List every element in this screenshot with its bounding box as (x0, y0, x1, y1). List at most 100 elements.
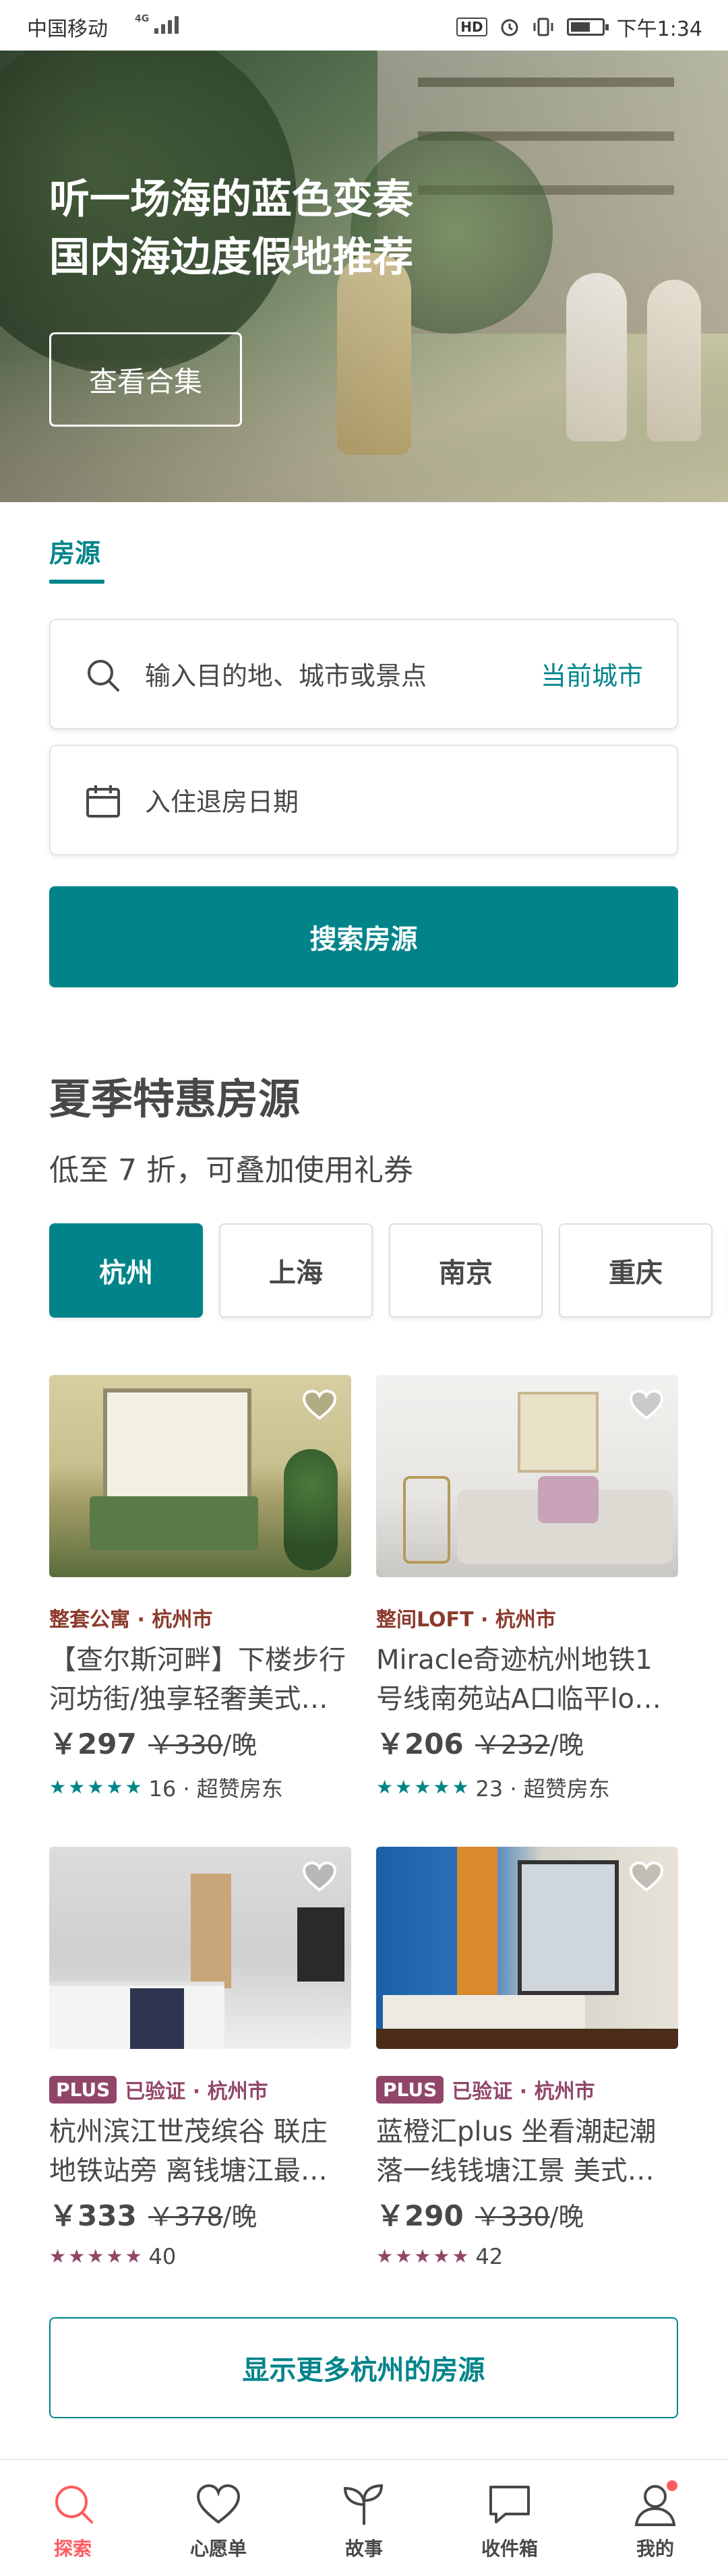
price-original: ￥330 (475, 2202, 550, 2232)
nav-label: 探索 (53, 2538, 92, 2560)
listing-card[interactable]: 整套公寓 · 杭州市 【查尔斯河畔】下楼步行河坊街/独享轻奢美式… ￥297 ￥… (49, 1375, 351, 1803)
heart-icon[interactable] (303, 1390, 336, 1421)
listing-card[interactable]: PLUS 已验证 · 杭州市 蓝橙汇plus 坐看潮起潮落一线钱塘江景 美式… ￥… (376, 1847, 678, 2269)
battery-icon (566, 18, 609, 36)
hero-title-line1: 听一场海的蓝色变奏 (49, 176, 413, 223)
review-count: 23 · 超赞房东 (475, 1776, 610, 1802)
listing-type: 已验证 · 杭州市 (125, 2080, 268, 2104)
star-icon: ★ (87, 2245, 104, 2267)
nav-wishlist[interactable]: 心愿单 (146, 2460, 291, 2576)
star-icon: ★ (49, 1776, 67, 1798)
price-current: ￥297 (49, 1727, 137, 1760)
nav-stories[interactable]: 故事 (291, 2460, 437, 2576)
price-current: ￥206 (376, 1727, 464, 1760)
signal-icon: 4G (135, 13, 179, 34)
nav-label: 故事 (344, 2538, 383, 2560)
price-original: ￥232 (475, 1730, 550, 1760)
listing-card[interactable]: 整间LOFT · 杭州市 Miracle奇迹杭州地铁1号线南苑站A口临平lo… … (376, 1375, 678, 1803)
listing-card[interactable]: PLUS 已验证 · 杭州市 杭州滨江世茂缤谷 联庄地铁站旁 离钱塘江最… ￥33… (49, 1847, 351, 2269)
listing-meta: PLUS 已验证 · 杭州市 (49, 2075, 351, 2104)
listing-rating: ★ ★ ★ ★ ★ 40 (49, 2244, 351, 2269)
view-collection-button[interactable]: 查看合集 (49, 332, 242, 427)
listing-rating: ★ ★ ★ ★ ★ 23 · 超赞房东 (376, 1772, 678, 1803)
hero-banner[interactable]: 听一场海的蓝色变奏 国内海边度假地推荐 查看合集 (0, 51, 728, 502)
listing-title: 蓝橙汇plus 坐看潮起潮落一线钱塘江景 美式… (376, 2116, 657, 2186)
destination-search-field[interactable]: 输入目的地、城市或景点 当前城市 (49, 619, 678, 729)
search-placeholder: 输入目的地、城市或景点 (145, 661, 427, 691)
search-button[interactable]: 搜索房源 (49, 886, 678, 987)
listing-title: 杭州滨江世茂缤谷 联庄地铁站旁 离钱塘江最… (49, 2116, 328, 2186)
city-tab-shanghai[interactable]: 上海 (219, 1223, 373, 1318)
listing-price: ￥333 ￥378/晚 (49, 2193, 351, 2234)
star-icon: ★ (376, 1776, 394, 1798)
city-tab-chongqing[interactable]: 重庆 (559, 1223, 712, 1318)
city-tab-hangzhou[interactable]: 杭州 (49, 1223, 203, 1318)
alarm-icon (501, 19, 518, 36)
listing-title: 【查尔斯河畔】下楼步行河坊街/独享轻奢美式… (49, 1645, 346, 1715)
listing-rating: ★ ★ ★ ★ ★ 16 · 超赞房东 (49, 1772, 351, 1803)
carrier-name: 中国移动 (27, 18, 108, 41)
star-icon: ★ (376, 2245, 394, 2267)
listing-photo[interactable] (376, 1847, 678, 2049)
price-unit: /晚 (222, 2202, 257, 2232)
listing-photo[interactable] (49, 1375, 351, 1577)
search-icon (88, 660, 119, 692)
heart-icon[interactable] (630, 1862, 663, 1893)
star-icon: ★ (87, 1776, 104, 1798)
listing-type: 整套公寓 · 杭州市 (49, 1608, 213, 1632)
price-unit: /晚 (222, 1730, 257, 1760)
show-more-listings-button[interactable]: 显示更多杭州的房源 (49, 2317, 678, 2418)
clock: 下午1:34 (616, 18, 702, 41)
listing-title: Miracle奇迹杭州地铁1号线南苑站A口临平lo… (376, 1645, 661, 1715)
hd-icon: HD (456, 18, 487, 36)
date-label: 入住退房日期 (145, 787, 299, 817)
tab-listings[interactable]: 房源 (49, 532, 100, 570)
listing-type: 已验证 · 杭州市 (452, 2080, 595, 2104)
star-icon: ★ (68, 2245, 86, 2267)
heart-icon[interactable] (630, 1390, 663, 1421)
search-icon (55, 2486, 93, 2523)
star-icon: ★ (49, 2245, 67, 2267)
chat-icon (489, 2486, 530, 2523)
nav-explore[interactable]: 探索 (0, 2460, 146, 2576)
city-tab-nanjing[interactable]: 南京 (389, 1223, 543, 1318)
listing-price: ￥206 ￥232/晚 (376, 1721, 678, 1762)
listing-photo[interactable] (49, 1847, 351, 2049)
bottom-nav: 探索 心愿单 故事 收件箱 我的 (0, 2459, 728, 2576)
listing-photo[interactable] (376, 1375, 678, 1577)
calendar-icon (86, 785, 120, 818)
star-icon: ★ (106, 1776, 123, 1798)
heart-icon[interactable] (303, 1862, 336, 1893)
sprout-icon (343, 2484, 384, 2525)
star-icon: ★ (414, 2245, 431, 2267)
nav-label: 心愿单 (189, 2538, 247, 2560)
star-icon: ★ (433, 2245, 450, 2267)
listing-price: ￥297 ￥330/晚 (49, 1721, 351, 1762)
city-tabs: 杭州 上海 南京 重庆 (49, 1223, 728, 1318)
star-rating-icon: ★ ★ ★ ★ ★ (49, 1778, 142, 1797)
tab-underline (49, 580, 104, 584)
star-rating-icon: ★ ★ ★ ★ ★ (49, 2247, 142, 2266)
price-original: ￥330 (148, 1730, 223, 1760)
plus-badge: PLUS (49, 2075, 117, 2104)
promo-title: 夏季特惠房源 (49, 1074, 301, 1124)
star-rating-icon: ★ ★ ★ ★ ★ (376, 2247, 469, 2266)
status-bar: 中国移动 4G HD 下午1:34 (0, 0, 728, 51)
nav-profile[interactable]: 我的 (582, 2460, 728, 2576)
notification-dot (667, 2480, 677, 2491)
listing-type: 整间LOFT · 杭州市 (376, 1608, 556, 1632)
price-unit: /晚 (549, 1730, 584, 1760)
star-icon: ★ (414, 1776, 431, 1798)
heart-icon (196, 2484, 241, 2524)
listing-meta: PLUS 已验证 · 杭州市 (376, 2075, 678, 2104)
star-rating-icon: ★ ★ ★ ★ ★ (376, 1778, 469, 1797)
listing-meta: 整套公寓 · 杭州市 (49, 1603, 351, 1632)
listing-price: ￥290 ￥330/晚 (376, 2193, 678, 2234)
hero-title-line2: 国内海边度假地推荐 (49, 234, 413, 281)
current-city-button[interactable]: 当前城市 (541, 655, 643, 692)
nav-inbox[interactable]: 收件箱 (437, 2460, 582, 2576)
star-icon: ★ (125, 2245, 142, 2267)
star-icon: ★ (433, 1776, 450, 1798)
date-field[interactable]: 入住退房日期 (49, 745, 678, 855)
review-count: 16 · 超赞房东 (148, 1776, 283, 1802)
